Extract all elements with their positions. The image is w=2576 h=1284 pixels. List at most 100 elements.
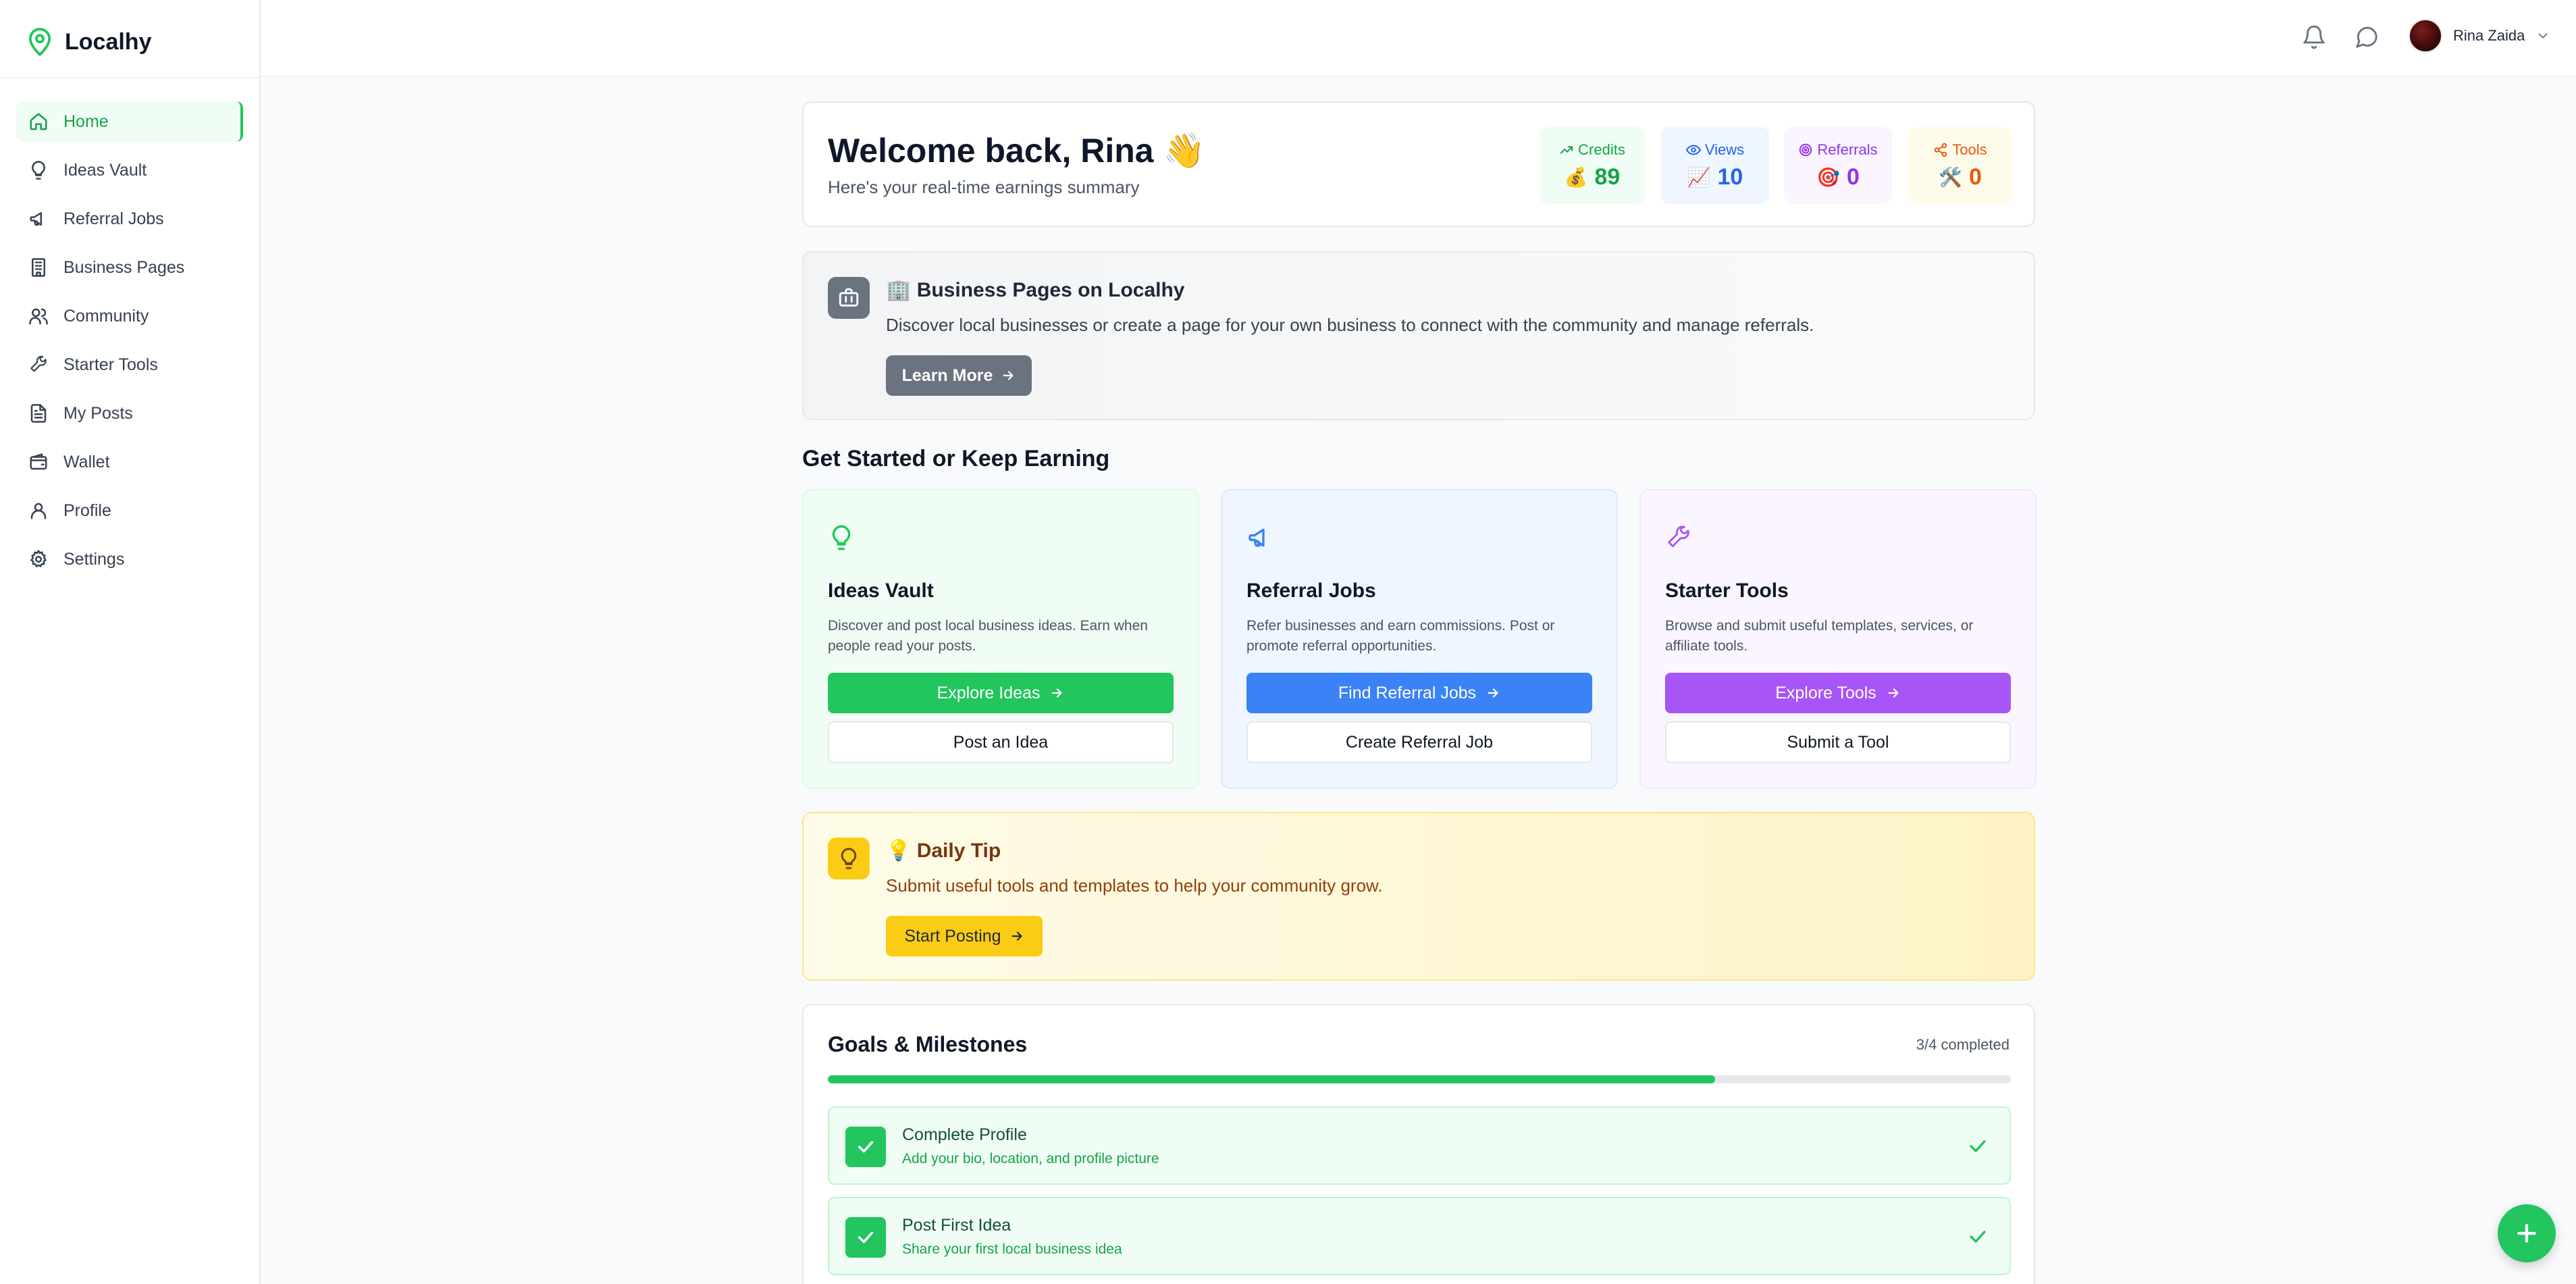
sidebar-item-ideas-vault[interactable]: Ideas Vault <box>16 150 243 190</box>
tip-title: 💡 Daily Tip <box>886 840 1001 862</box>
sidebar-item-starter-tools[interactable]: Starter Tools <box>16 344 243 385</box>
user-name: Rina Zaida <box>2453 27 2525 44</box>
stat-label: Views <box>1704 140 1745 158</box>
sidebar-item-label: Starter Tools <box>63 355 158 374</box>
sidebar-item-settings[interactable]: Settings <box>16 539 243 580</box>
sidebar-divider <box>0 77 261 78</box>
page-title: Welcome back, Rina 👋 <box>828 132 1205 170</box>
submit-a-tool-button[interactable]: Submit a Tool <box>1665 721 2011 763</box>
sidebar-item-home[interactable]: Home <box>16 101 243 142</box>
sidebar-item-label: Settings <box>63 549 125 569</box>
wrench-icon <box>1668 525 1689 548</box>
check-icon <box>1970 1140 1986 1152</box>
goals-title: Goals & Milestones <box>828 1032 1028 1056</box>
feature-card-starter-tools: Starter Tools Browse and submit useful t… <box>1639 489 2036 789</box>
megaphone-icon <box>1248 528 1265 547</box>
goals-completed-count: 3/4 completed <box>1916 1036 2009 1053</box>
learn-more-button[interactable]: Learn More <box>886 355 1032 396</box>
sidebar-item-wallet[interactable]: Wallet <box>16 442 243 482</box>
find-referral-jobs-button[interactable]: Find Referral Jobs <box>1246 673 1592 713</box>
lightbulb-icon <box>828 838 870 879</box>
share-icon <box>1935 143 1947 157</box>
feature-description: Browse and submit useful templates, serv… <box>1665 618 1974 654</box>
stat-value: 0 <box>1968 163 1982 190</box>
plus-icon <box>2517 1224 2536 1243</box>
sidebar-item-label: Community <box>63 306 149 326</box>
check-icon <box>1970 1231 1986 1243</box>
feature-card-referral-jobs: Referral Jobs Refer businesses and earn … <box>1221 489 1618 789</box>
money-bag-icon: 💰 <box>1564 166 1588 188</box>
sidebar-item-referral-jobs[interactable]: Referral Jobs <box>16 199 243 239</box>
stat-label: Tools <box>1952 140 1987 158</box>
sidebar-item-profile[interactable]: Profile <box>16 490 243 531</box>
check-icon <box>845 1217 886 1258</box>
stat-value: 89 <box>1594 163 1621 190</box>
stat-value: 0 <box>1846 163 1860 190</box>
home-icon <box>30 113 47 130</box>
welcome-card: Welcome back, Rina 👋 Here's your real-ti… <box>802 101 2035 227</box>
sidebar-item-business-pages[interactable]: Business Pages <box>16 247 243 288</box>
hammer-wrench-icon: 🛠️ <box>1939 166 1962 188</box>
target-icon <box>1799 143 1812 156</box>
check-icon <box>845 1127 886 1167</box>
goal-title: Complete Profile <box>902 1125 1027 1144</box>
post-an-idea-button[interactable]: Post an Idea <box>828 721 1174 763</box>
stat-label: Referrals <box>1817 140 1878 158</box>
user-menu[interactable]: Rina Zaida <box>2409 19 2550 53</box>
goal-item-complete-profile[interactable]: Complete Profile Add your bio, location,… <box>828 1106 2011 1185</box>
goal-item-post-first-idea[interactable]: Post First Idea Share your first local b… <box>828 1197 2011 1275</box>
lightbulb-icon <box>832 525 851 550</box>
goal-description: Add your bio, location, and profile pict… <box>902 1151 1159 1166</box>
stat-credits: Credits 💰 89 <box>1540 127 1645 204</box>
megaphone-icon <box>30 212 42 226</box>
sidebar-nav: Home Ideas Vault Referral Jobs Business … <box>16 101 243 588</box>
feature-title: Starter Tools <box>1665 580 1789 602</box>
building-icon <box>32 258 45 277</box>
users-icon <box>29 308 48 325</box>
stat-label: Credits <box>1578 140 1625 158</box>
stat-referrals: Referrals 🎯 0 <box>1784 127 1892 204</box>
feature-description: Discover and post local business ideas. … <box>828 618 1148 654</box>
bell-icon[interactable] <box>2301 24 2327 50</box>
sidebar-item-label: Ideas Vault <box>63 160 147 180</box>
sidebar-item-label: My Posts <box>63 403 133 423</box>
app-name: Localhy <box>65 28 152 55</box>
chart-increasing-icon: 📈 <box>1687 166 1711 188</box>
sidebar-item-community[interactable]: Community <box>16 296 243 336</box>
feature-title: Referral Jobs <box>1246 580 1376 602</box>
business-pages-banner: 🏢 Business Pages on Localhy Discover loc… <box>802 251 2035 420</box>
briefcase-icon <box>828 277 870 319</box>
stat-value: 10 <box>1717 163 1743 190</box>
chat-bubble-icon[interactable] <box>2354 24 2380 50</box>
arrow-right-icon <box>1011 931 1022 941</box>
top-bar <box>261 0 2576 77</box>
app-logo[interactable]: Localhy <box>27 27 151 57</box>
section-title: Get Started or Keep Earning <box>802 446 1110 471</box>
avatar <box>2409 19 2442 53</box>
arrow-right-icon <box>1488 688 1498 698</box>
stat-tools: Tools 🛠️ 0 <box>1908 127 2012 204</box>
goals-progress-fill <box>828 1075 1715 1083</box>
map-pin-icon <box>28 28 51 56</box>
daily-tip-banner: 💡 Daily Tip Submit useful tools and temp… <box>802 812 2035 981</box>
sidebar: Localhy Home Ideas Vault Referral Jobs B… <box>0 0 261 1284</box>
sidebar-item-my-posts[interactable]: My Posts <box>16 393 243 434</box>
explore-tools-button[interactable]: Explore Tools <box>1665 673 2011 713</box>
sidebar-item-label: Home <box>63 111 109 131</box>
stat-views: Views 📈 10 <box>1661 127 1769 204</box>
direct-hit-icon: 🎯 <box>1816 166 1840 188</box>
start-posting-button[interactable]: Start Posting <box>886 916 1043 956</box>
eye-icon <box>1685 145 1701 155</box>
chevron-down-icon <box>2538 33 2548 38</box>
feature-description: Refer businesses and earn commissions. P… <box>1246 618 1555 654</box>
add-fab-button[interactable] <box>2498 1204 2556 1262</box>
lightbulb-icon <box>32 161 45 180</box>
create-referral-job-button[interactable]: Create Referral Job <box>1246 721 1592 763</box>
wallet-icon <box>30 453 47 470</box>
arrow-right-icon <box>1003 371 1014 380</box>
explore-ideas-button[interactable]: Explore Ideas <box>828 673 1174 713</box>
sidebar-item-label: Profile <box>63 500 111 520</box>
goals-progress-bar <box>828 1075 2011 1083</box>
goals-card: Goals & Milestones 3/4 completed Complet… <box>802 1004 2035 1284</box>
banner-title: 🏢 Business Pages on Localhy <box>886 279 1185 301</box>
